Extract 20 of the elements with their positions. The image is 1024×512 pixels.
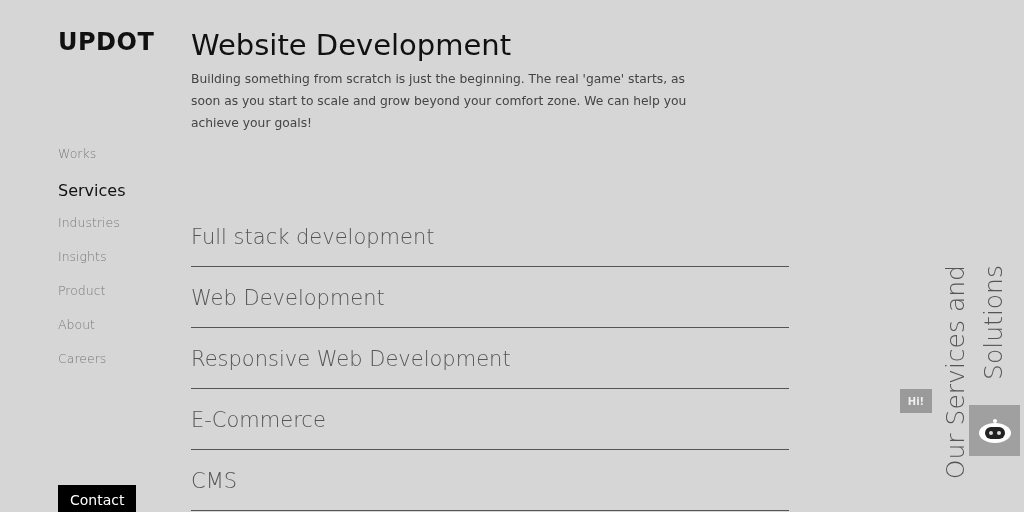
nav-link[interactable]: Product: [58, 281, 106, 300]
side-title: Solutions: [978, 265, 1009, 380]
service-item[interactable]: E-Commerce: [191, 408, 326, 432]
chat-button[interactable]: [969, 405, 1020, 456]
nav-link[interactable]: Insights: [58, 247, 107, 266]
service-item[interactable]: Full stack development: [191, 225, 435, 249]
nav-link[interactable]: Services: [58, 181, 126, 200]
nav-link[interactable]: Careers: [58, 349, 107, 368]
contact-button[interactable]: Contact: [58, 485, 137, 512]
service-item[interactable]: CMS: [191, 469, 238, 493]
nav-link[interactable]: Works: [58, 144, 97, 163]
logo[interactable]: UPDOT: [58, 28, 155, 56]
service-item[interactable]: Web Development: [191, 286, 385, 310]
side-title: Our Services and: [940, 265, 971, 480]
intro-paragraph: Building something from scratch is just the beginning. The real 'game' starts, as soon as you start to scale and grow beyond your comfort zone. We can help you achieve your goals!: [191, 71, 688, 132]
page-heading: Website Development: [191, 28, 513, 62]
nav-link[interactable]: About: [58, 315, 95, 334]
service-item[interactable]: Responsive Web Development: [191, 347, 511, 371]
robot-icon: [977, 417, 1012, 444]
nav-link[interactable]: Industries: [58, 213, 120, 232]
